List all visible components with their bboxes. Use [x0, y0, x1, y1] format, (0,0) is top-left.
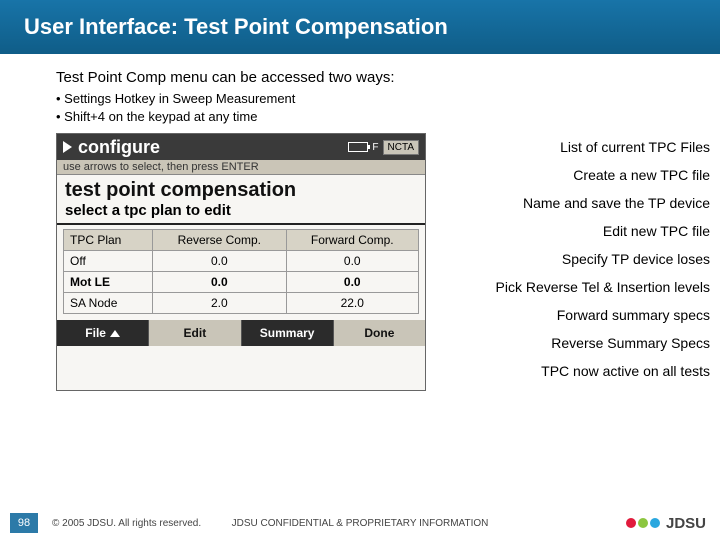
annotation-list: List of current TPC Files Create a new T… [426, 133, 720, 391]
cell-plan: Mot LE [64, 272, 153, 293]
bullet-1: • Settings Hotkey in Sweep Measurement [56, 90, 720, 108]
cell-fwd: 0.0 [286, 251, 418, 272]
table-row[interactable]: Off 0.0 0.0 [64, 251, 419, 272]
device-status: F NCTA [348, 140, 419, 155]
device-screenshot: configure F NCTA use arrows to select, t… [56, 133, 426, 391]
logo-dot-icon [626, 518, 636, 528]
logo-dot-icon [650, 518, 660, 528]
softkey-summary[interactable]: Summary [242, 320, 334, 346]
device-heading: test point compensation [57, 175, 425, 202]
slide-title: User Interface: Test Point Compensation [0, 0, 720, 54]
annotation-item: Forward summary specs [436, 307, 710, 323]
device-hint: use arrows to select, then press ENTER [57, 160, 425, 175]
col-reverse: Reverse Comp. [153, 230, 286, 251]
annotation-item: Name and save the TP device [436, 195, 710, 211]
cell-plan: SA Node [64, 293, 153, 314]
table-header-row: TPC Plan Reverse Comp. Forward Comp. [64, 230, 419, 251]
slide-title-text: User Interface: Test Point Compensation [24, 14, 448, 40]
device-top-bar: configure F NCTA [57, 134, 425, 160]
col-forward: Forward Comp. [286, 230, 418, 251]
copyright: © 2005 JDSU. All rights reserved. [52, 518, 201, 529]
confidential-text: JDSU CONFIDENTIAL & PROPRIETARY INFORMAT… [232, 518, 489, 529]
annotation-item: Edit new TPC file [436, 223, 710, 239]
cell-rev: 0.0 [153, 251, 286, 272]
annotation-item: Create a new TPC file [436, 167, 710, 183]
softkey-bar: File Edit Summary Done [57, 320, 425, 346]
col-plan: TPC Plan [64, 230, 153, 251]
annotation-item: Reverse Summary Specs [436, 335, 710, 351]
cell-rev: 0.0 [153, 272, 286, 293]
annotation-item: Specify TP device loses [436, 251, 710, 267]
tpc-table: TPC Plan Reverse Comp. Forward Comp. Off… [63, 229, 419, 314]
chevron-up-icon [110, 330, 120, 337]
table-row[interactable]: SA Node 2.0 22.0 [64, 293, 419, 314]
brand-logo: JDSU [626, 515, 706, 532]
device-mode: configure [78, 137, 160, 158]
logo-dot-icon [638, 518, 648, 528]
page-number: 98 [10, 513, 38, 533]
cell-rev: 2.0 [153, 293, 286, 314]
brand-text: JDSU [666, 515, 706, 532]
table-row[interactable]: Mot LE 0.0 0.0 [64, 272, 419, 293]
device-subheading: select a tpc plan to edit [57, 202, 425, 225]
intro-block: Test Point Comp menu can be accessed two… [0, 54, 720, 133]
bullet-2: • Shift+4 on the keypad at any time [56, 108, 720, 126]
battery-icon [348, 142, 368, 152]
intro-bullets: • Settings Hotkey in Sweep Measurement •… [56, 90, 720, 125]
softkey-file[interactable]: File [57, 320, 149, 346]
battery-label: F [372, 142, 378, 153]
softkey-edit[interactable]: Edit [149, 320, 241, 346]
triangle-icon [63, 141, 72, 153]
intro-line: Test Point Comp menu can be accessed two… [56, 68, 720, 88]
cell-fwd: 22.0 [286, 293, 418, 314]
annotation-item: List of current TPC Files [436, 139, 710, 155]
annotation-item: Pick Reverse Tel & Insertion levels [436, 279, 710, 295]
cell-plan: Off [64, 251, 153, 272]
cell-fwd: 0.0 [286, 272, 418, 293]
profile-badge: NCTA [383, 140, 419, 155]
slide-footer: 98 © 2005 JDSU. All rights reserved. JDS… [0, 506, 720, 540]
softkey-done[interactable]: Done [334, 320, 425, 346]
annotation-item: TPC now active on all tests [436, 363, 710, 379]
